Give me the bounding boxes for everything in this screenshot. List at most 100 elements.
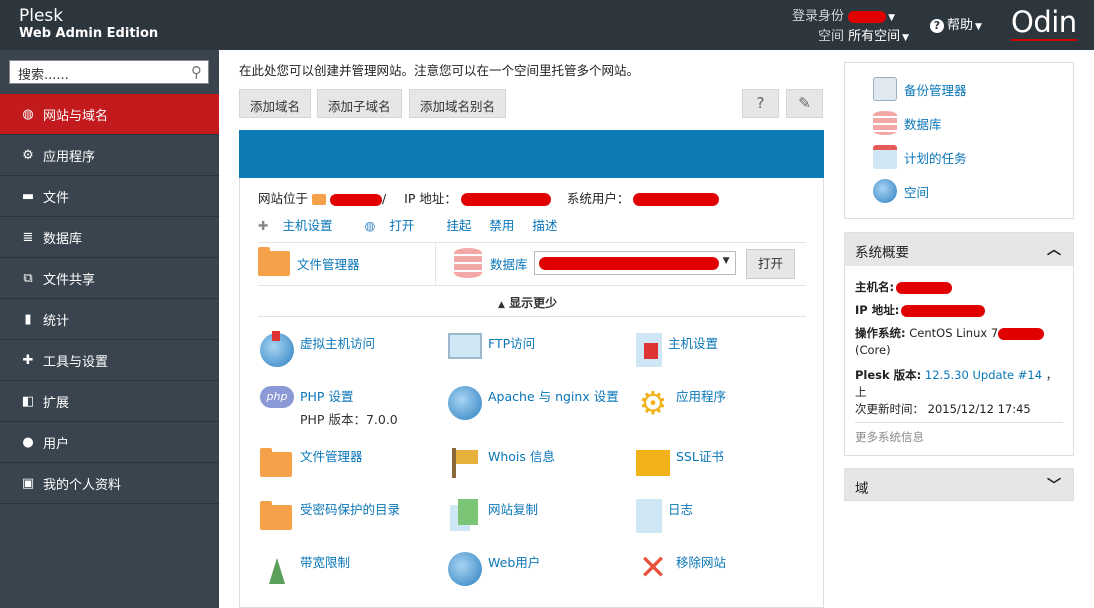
tile-applications[interactable]: ⚙ 应用程序 xyxy=(636,386,726,420)
help-menu[interactable]: ? 帮助 ▼ xyxy=(930,14,982,33)
chevron-down-icon[interactable]: ﹀ xyxy=(1047,475,1061,495)
domain-panel-header[interactable]: 域 ﹀ xyxy=(844,468,1074,501)
space-link[interactable]: 空间 xyxy=(873,179,929,203)
sidebar-item-extensions[interactable]: ◧ 扩展 xyxy=(0,381,219,422)
chevron-down-icon: ▼ xyxy=(975,22,982,32)
more-system-info-link[interactable]: 更多系统信息 xyxy=(855,429,924,445)
redacted-username xyxy=(848,10,887,23)
gear-icon: ⚙ xyxy=(22,147,34,163)
tile-virtual-host[interactable]: 虚拟主机访问 xyxy=(260,331,375,367)
php-icon: php xyxy=(260,386,294,408)
sidebar-item-tools[interactable]: ✚ 工具与设置 xyxy=(0,340,219,381)
folder-icon xyxy=(260,446,294,480)
tile-hosting-settings[interactable]: 主机设置 xyxy=(636,333,718,367)
redacted-hostname xyxy=(896,281,953,294)
chevron-down-icon: ▼ xyxy=(722,256,730,266)
settings-button[interactable]: ✎ xyxy=(786,89,823,118)
help-icon: ? xyxy=(930,19,944,33)
web-users-icon xyxy=(448,552,482,586)
login-menu[interactable]: 登录身份 ▼ xyxy=(792,5,895,24)
folder-icon xyxy=(312,194,326,205)
profile-icon: ▣ xyxy=(21,475,35,491)
chevron-down-icon: ▼ xyxy=(902,33,910,43)
domain-panel: 网站位于 / IP 地址： 系统用户： ✚ 主机设置 ◍ 打开 挂起 禁用 描述 文… xyxy=(239,178,824,608)
php-version: PHP 版本：7.0.0 xyxy=(300,412,398,427)
tile-bandwidth[interactable]: 带宽限制 xyxy=(260,552,350,586)
scheduled-tasks-link[interactable]: 计划的任务 xyxy=(873,145,967,169)
sidebar-item-users[interactable]: ● 用户 xyxy=(0,422,219,463)
search-icon[interactable]: ⚲ xyxy=(191,63,202,81)
tile-protected-dirs[interactable]: 受密码保护的目录 xyxy=(260,499,400,533)
chevron-up-icon[interactable]: ︿ xyxy=(1047,239,1061,259)
plesk-version-link[interactable]: 12.5.30 Update #14 xyxy=(925,368,1042,382)
database-label[interactable]: 数据库 xyxy=(490,254,528,273)
divider xyxy=(258,316,806,317)
redacted-path xyxy=(329,193,382,206)
backup-manager-link[interactable]: 备份管理器 xyxy=(873,77,967,101)
odin-logo: Odin xyxy=(1011,5,1077,41)
help-label: 帮助 xyxy=(947,18,974,33)
space-label: 空间 xyxy=(818,29,845,44)
user-icon: ● xyxy=(22,434,34,450)
divider xyxy=(435,243,436,285)
quick-links-panel: 备份管理器 数据库 计划的任务 空间 xyxy=(844,62,1074,219)
puzzle-icon: ◧ xyxy=(21,393,35,409)
sidebar-item-files[interactable]: ▬ 文件 xyxy=(0,176,219,217)
sidebar-item-databases[interactable]: ≣ 数据库 xyxy=(0,217,219,258)
tile-file-manager[interactable]: 文件管理器 xyxy=(260,446,363,480)
open-database-button[interactable]: 打开 xyxy=(746,249,795,279)
show-less-toggle[interactable]: ▲ 显示更少 xyxy=(498,294,557,311)
copy-icon xyxy=(448,499,482,533)
calendar-icon xyxy=(873,145,897,169)
tile-ftp-access[interactable]: FTP访问 xyxy=(448,333,535,359)
help-button[interactable]: ? xyxy=(742,89,779,118)
database-shortcut: 数据库 ▼ xyxy=(454,248,736,278)
ftp-icon xyxy=(448,333,482,359)
add-domain-button[interactable]: 添加域名 xyxy=(239,89,312,118)
brand-name: Plesk xyxy=(19,6,64,26)
database-icon xyxy=(454,248,482,278)
sidebar-item-applications[interactable]: ⚙ 应用程序 xyxy=(0,135,219,176)
add-subdomain-button[interactable]: 添加子域名 xyxy=(317,89,402,118)
tile-apache-nginx[interactable]: Apache 与 nginx 设置 xyxy=(448,386,619,420)
tile-php-settings[interactable]: php PHP 设置 PHP 版本：7.0.0 xyxy=(260,386,398,428)
database-select[interactable]: ▼ xyxy=(533,251,736,275)
tile-remove-website[interactable]: ✕ 移除网站 xyxy=(636,548,726,588)
remove-icon: ✕ xyxy=(638,548,668,588)
globe-icon: ◍ xyxy=(22,106,34,122)
hosting-settings-link[interactable]: ✚ 主机设置 xyxy=(258,218,347,233)
sidebar-item-statistics[interactable]: ▮ 统计 xyxy=(0,299,219,340)
backup-icon xyxy=(873,77,897,101)
file-manager-link[interactable]: 文件管理器 xyxy=(258,247,360,276)
add-domain-alias-button[interactable]: 添加域名别名 xyxy=(409,89,507,118)
tile-logs[interactable]: 日志 xyxy=(636,499,693,533)
logs-icon xyxy=(636,499,662,533)
tile-whois[interactable]: Whois 信息 xyxy=(448,446,555,480)
applications-icon: ⚙ xyxy=(638,384,668,422)
tools-icon: ✚ xyxy=(22,352,34,368)
hosting-settings-icon xyxy=(636,333,662,367)
question-icon: ? xyxy=(756,94,765,112)
suspend-link[interactable]: 挂起 xyxy=(446,218,471,233)
redacted-ip xyxy=(901,304,986,317)
login-label: 登录身份 xyxy=(792,9,845,24)
system-overview-header[interactable]: 系统概要 ︿ xyxy=(845,233,1073,266)
space-icon xyxy=(873,179,897,203)
tile-ssl[interactable]: SSL证书 xyxy=(636,446,724,476)
sidebar-item-profile[interactable]: ▣ 我的个人资料 xyxy=(0,463,219,504)
whois-icon xyxy=(448,446,482,480)
tile-website-copy[interactable]: 网站复制 xyxy=(448,499,538,533)
tile-web-users[interactable]: Web用户 xyxy=(448,552,540,586)
description-link[interactable]: 描述 xyxy=(532,218,557,233)
search-input[interactable]: 搜索...... ⚲ xyxy=(9,60,209,84)
space-selector[interactable]: 空间 所有空间 ▼ xyxy=(818,25,909,44)
database-link[interactable]: 数据库 xyxy=(873,111,942,135)
disable-link[interactable]: 禁用 xyxy=(489,218,514,233)
page-intro: 在此处您可以创建并管理网站。注意您可以在一个空间里托管多个网站。 xyxy=(239,63,640,78)
sidebar-item-websites[interactable]: ◍ 网站与域名 xyxy=(0,94,219,135)
brand[interactable]: Plesk Web Admin Edition xyxy=(19,6,158,42)
sidebar-item-file-sharing[interactable]: ⧉ 文件共享 xyxy=(0,258,219,299)
open-link[interactable]: ◍ 打开 xyxy=(364,218,428,233)
system-overview-body: 主机名: IP 地址: 操作系统: CentOS Linux 7 (Core) P… xyxy=(855,280,1058,416)
divider xyxy=(855,422,1063,423)
